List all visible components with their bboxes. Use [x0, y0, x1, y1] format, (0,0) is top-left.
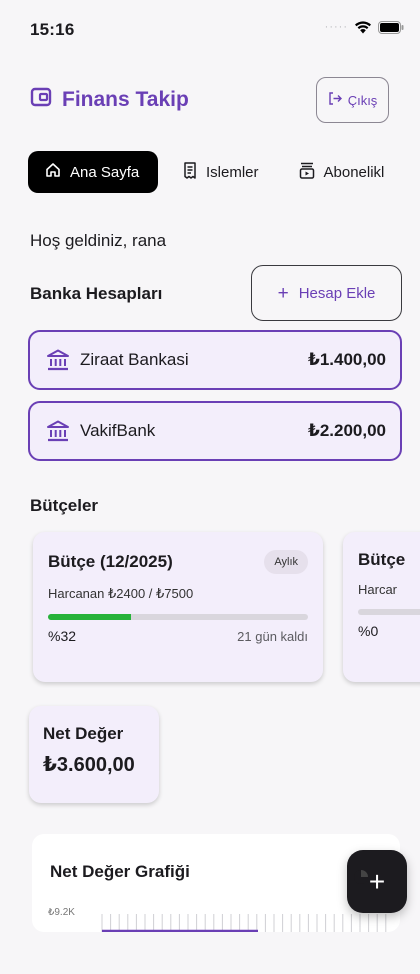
net-worth-value: ₺3.600,00 — [43, 754, 135, 776]
account-card[interactable]: VakifBank ₺2.200,00 — [28, 401, 402, 461]
logout-button[interactable]: Çıkış — [316, 77, 389, 123]
budget-percent: %32 — [48, 628, 77, 644]
chart-area — [101, 914, 387, 932]
net-worth-chart-card: Net Değer Grafiği ₺9.2K — [32, 834, 400, 932]
budgets-section-title: Bütçeler — [30, 496, 99, 515]
subscriptions-icon — [299, 162, 315, 183]
budget-name: Bütçe — [358, 550, 406, 569]
budget-card[interactable]: Bütçe (12/2025) Aylık Harcanan ₺2400 / ₺… — [33, 532, 323, 682]
budget-spent: Harcar — [358, 582, 398, 597]
bank-icon — [46, 348, 70, 372]
receipt-icon — [183, 161, 197, 183]
account-balance: ₺1.400,00 — [307, 350, 386, 369]
tab-label: Islemler — [206, 163, 259, 181]
account-balance: ₺2.200,00 — [307, 421, 386, 440]
wifi-icon — [354, 20, 372, 34]
tab-islemler[interactable]: Islemler — [168, 151, 274, 193]
account-card[interactable]: Ziraat Bankasi ₺1.400,00 — [28, 330, 402, 390]
budget-card[interactable]: Bütçe Harcar %0 — [343, 532, 420, 682]
plus-icon: + — [277, 282, 289, 304]
net-worth-label: Net Değer — [43, 724, 124, 743]
net-worth-card: Net Değer ₺3.600,00 — [29, 706, 159, 803]
tab-label: Ana Sayfa — [70, 163, 140, 181]
app-title: Finans Takip — [30, 86, 189, 114]
budget-progress-track — [358, 609, 420, 615]
bank-icon — [46, 419, 70, 443]
account-name: VakifBank — [80, 421, 156, 440]
greeting: Hoş geldiniz, rana — [30, 231, 167, 250]
add-account-label: Hesap Ekle — [298, 284, 376, 302]
logout-label: Çıkış — [347, 92, 378, 108]
budget-days-left: 21 gün kaldı — [237, 628, 308, 644]
status-icons: ····· — [325, 20, 404, 34]
tab-ana-sayfa[interactable]: Ana Sayfa — [28, 151, 158, 193]
home-icon — [45, 162, 61, 182]
budget-carousel[interactable]: Bütçe (12/2025) Aylık Harcanan ₺2400 / ₺… — [0, 528, 420, 688]
account-name: Ziraat Bankasi — [80, 350, 189, 369]
budget-percent: %0 — [358, 623, 379, 639]
add-fab-button[interactable]: + — [347, 850, 407, 913]
pie-chart-icon — [353, 860, 369, 884]
logout-icon — [328, 92, 342, 108]
app-title-text: Finans Takip — [62, 88, 189, 111]
tab-label: Abonelikl — [323, 163, 385, 181]
accounts-section-title: Banka Hesapları — [30, 284, 163, 303]
signal-icon: ····· — [324, 20, 348, 33]
status-time: 15:16 — [30, 20, 75, 39]
tab-abonelikler[interactable]: Abonelikl — [284, 151, 400, 193]
budget-progress-fill — [48, 614, 132, 620]
battery-icon — [378, 20, 404, 34]
budget-name: Bütçe (12/2025) — [48, 552, 173, 571]
wallet-icon — [30, 86, 52, 114]
plus-icon: + — [368, 865, 386, 897]
budget-period-badge: Aylık — [264, 550, 308, 574]
budget-spent: Harcanan ₺2400 / ₺7500 — [48, 586, 194, 601]
tab-bar: Ana Sayfa Islemler Abonelikl — [28, 151, 420, 193]
budget-progress-track — [48, 614, 308, 620]
add-account-button[interactable]: + Hesap Ekle — [251, 265, 402, 321]
